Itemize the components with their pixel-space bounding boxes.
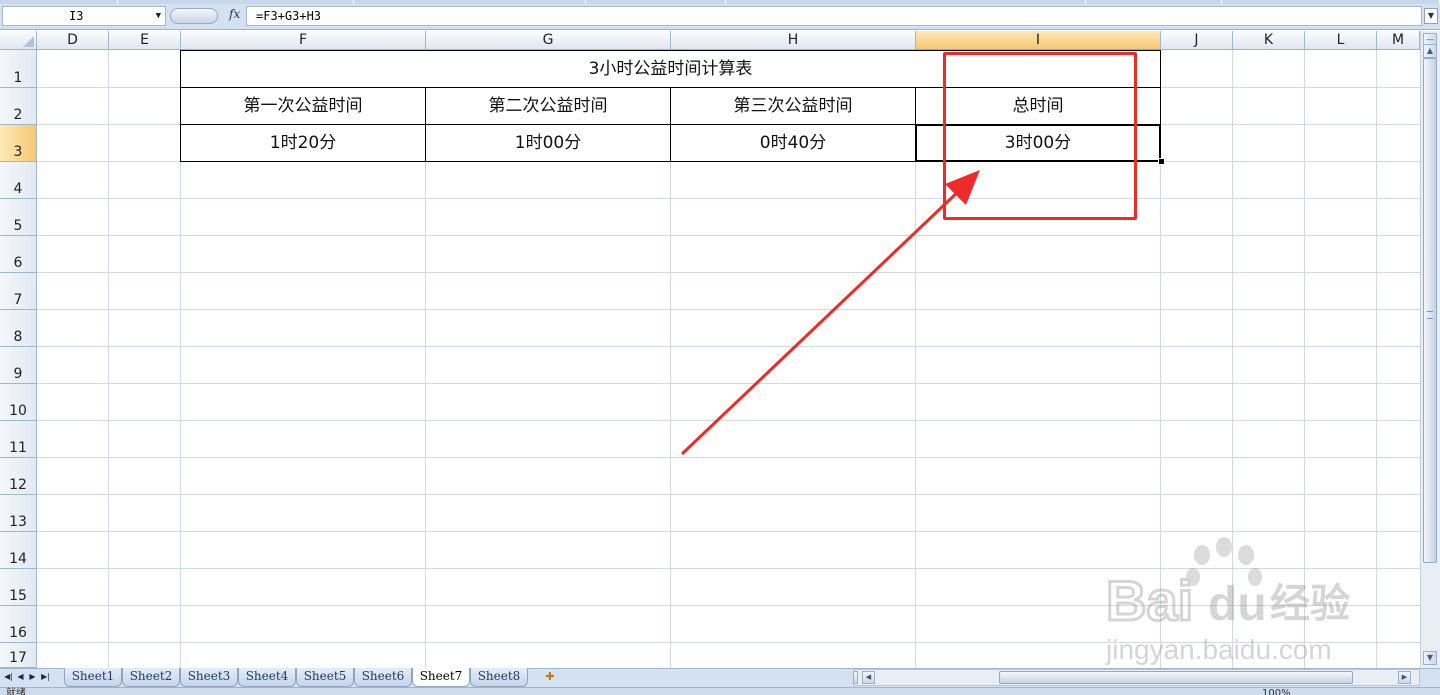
sheet-tab-8[interactable]: Sheet8 [470,668,528,687]
tab-split-handle[interactable] [853,671,858,684]
sheet-tab-3[interactable]: Sheet3 [180,668,238,687]
scroll-right-button[interactable]: ▶ [1398,671,1411,684]
sheet-tab-5[interactable]: Sheet5 [296,668,354,687]
sheet-tab-2[interactable]: Sheet2 [122,668,180,687]
zoom-level[interactable]: 100% [1262,687,1291,695]
first-sheet-icon[interactable]: ◀| [3,670,14,684]
vertical-scroll-thumb[interactable] [1423,58,1437,563]
scroll-down-button[interactable]: ▼ [1423,651,1437,665]
vertical-scrollbar[interactable]: — ▲ ▼ [1420,31,1440,668]
svg-text:du: du [1208,578,1267,631]
svg-text:jingyan.baidu.com: jingyan.baidu.com [1105,634,1332,665]
sheet-tab-1[interactable]: Sheet1 [64,668,122,687]
svg-text:经验: 经验 [1270,581,1350,627]
insert-sheet-icon[interactable]: ✚ [535,669,565,685]
sheet-tab-6[interactable]: Sheet6 [354,668,412,687]
svg-text:Bai: Bai [1106,569,1193,632]
sheet-tab-7-active[interactable]: Sheet7 [412,668,470,687]
next-sheet-icon[interactable]: ▶ [27,670,38,684]
last-sheet-icon[interactable]: ▶| [40,670,51,684]
scroll-left-button[interactable]: ◀ [862,671,875,684]
sheet-tab-4[interactable]: Sheet4 [238,668,296,687]
scroll-up-button[interactable]: ▲ [1423,44,1437,58]
horizontal-scrollbar[interactable]: ◀ ▶ [853,669,1420,686]
baidu-jingyan-watermark-logo: Bai du 经验 jingyan.baidu.com [1105,537,1350,665]
status-text: 就绪 [6,688,26,695]
status-bar [0,687,1440,695]
prev-sheet-icon[interactable]: ◀ [15,670,26,684]
horizontal-scroll-thumb[interactable] [999,671,1353,684]
